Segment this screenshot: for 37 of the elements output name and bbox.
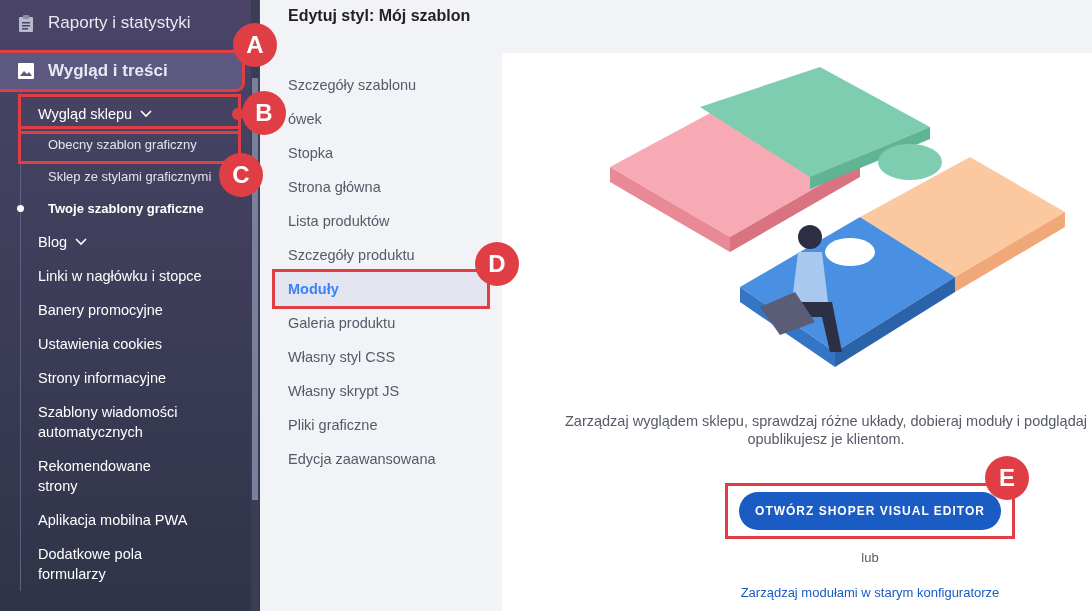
sidebar-item[interactable]: Dodatkowe pola formularzy	[21, 537, 142, 591]
open-editor-button[interactable]: OTWÓRZ SHOPER VISUAL EDITOR	[739, 492, 1001, 530]
style-menu-item[interactable]: Lista produktów	[288, 204, 390, 238]
sidebar-item[interactable]: Raporty i statystyki	[0, 12, 191, 34]
callout-marker: E	[985, 456, 1029, 500]
style-menu-item[interactable]: Szczegóły szablonu	[288, 68, 417, 102]
sidebar-item[interactable]: Wygląd i treści	[0, 53, 242, 89]
style-menu-item[interactable]: Szczegóły produktu	[288, 238, 415, 272]
style-menu-item[interactable]: Galeria produktu	[288, 306, 396, 340]
style-menu-item[interactable]: Pliki graficzne	[288, 408, 378, 442]
sidebar-item[interactable]: Blog	[21, 225, 88, 259]
clipboard-icon	[18, 14, 34, 32]
callout-marker: A	[233, 23, 277, 67]
style-menu-item[interactable]: Własny styl CSS	[288, 340, 396, 374]
style-menu-item[interactable]: Stopka	[288, 136, 334, 170]
separator-text: lub	[861, 549, 879, 567]
callout-marker: B	[242, 91, 286, 135]
sidebar-item[interactable]: Strony informacyjne	[21, 361, 167, 395]
sidebar-item[interactable]: Szablony wiadomości automatycznych	[21, 395, 178, 449]
selected-dot-icon	[17, 205, 24, 212]
callout-marker: C	[219, 153, 263, 197]
sidebar-item[interactable]: Ustawienia cookies	[21, 327, 163, 361]
description-text: Zarządzaj wyglądem sklepu, sprawdzaj różne układy, dobieraj moduły i podglądaj opublikujesz je klientom.	[565, 412, 1087, 448]
sidebar-item[interactable]: Aplikacja mobilna PWA	[21, 503, 188, 537]
image-icon	[18, 63, 34, 79]
style-menu-item[interactable]: Własny skrypt JS	[288, 374, 400, 408]
page-title: Edytuj styl: Mój szablon	[287, 6, 472, 26]
sidebar-item[interactable]: Banery promocyjne	[21, 293, 163, 327]
style-menu-item[interactable]: Strona główna	[288, 170, 381, 204]
old-configurator-link[interactable]: Zarządzaj modułami w starym konfiguratorze	[740, 582, 1000, 602]
sidebar-item[interactable]: Rekomendowane strony	[21, 449, 151, 503]
style-menu-item[interactable]: Edycja zaawansowana	[288, 442, 436, 476]
sidebar-subitem[interactable]: Twoje szablony graficzne	[21, 193, 204, 225]
sidebar-item[interactable]: Wygląd sklepu	[21, 97, 238, 131]
style-menu-item[interactable]: ówek	[288, 102, 322, 136]
sidebar-subitem[interactable]: Sklep ze stylami graficznymi	[21, 161, 212, 193]
sidebar-item[interactable]: Linki w nagłówku i stopce	[21, 259, 202, 293]
